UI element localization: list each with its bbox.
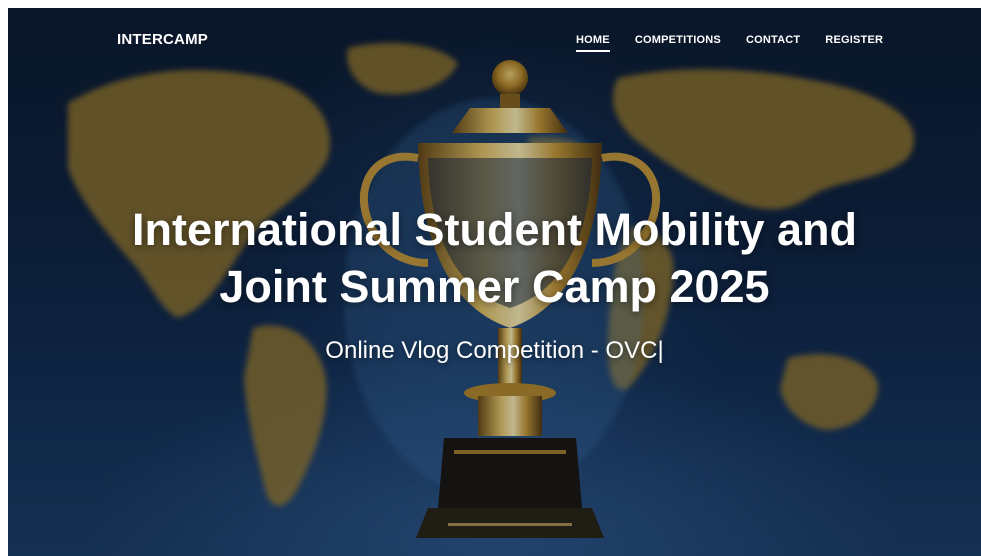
hero-title-line1: International Student Mobility and [132,204,857,255]
nav-link-competitions[interactable]: COMPETITIONS [635,34,721,52]
hero-title: International Student Mobility and Joint… [8,201,981,315]
hero-subtitle: Online Vlog Competition - OVC| [325,337,664,364]
nav-link-contact[interactable]: CONTACT [746,34,800,52]
brand-logo[interactable]: INTERCAMP [117,31,208,48]
nav-link-register[interactable]: REGISTER [825,34,883,52]
top-navbar: INTERCAMP HOME COMPETITIONS CONTACT REGI… [8,8,981,74]
hero-title-line2: Joint Summer Camp 2025 [219,261,770,312]
nav-menu: HOME COMPETITIONS CONTACT REGISTER [576,34,908,52]
nav-link-home[interactable]: HOME [576,34,610,52]
hero-section: INTERCAMP HOME COMPETITIONS CONTACT REGI… [8,8,981,556]
